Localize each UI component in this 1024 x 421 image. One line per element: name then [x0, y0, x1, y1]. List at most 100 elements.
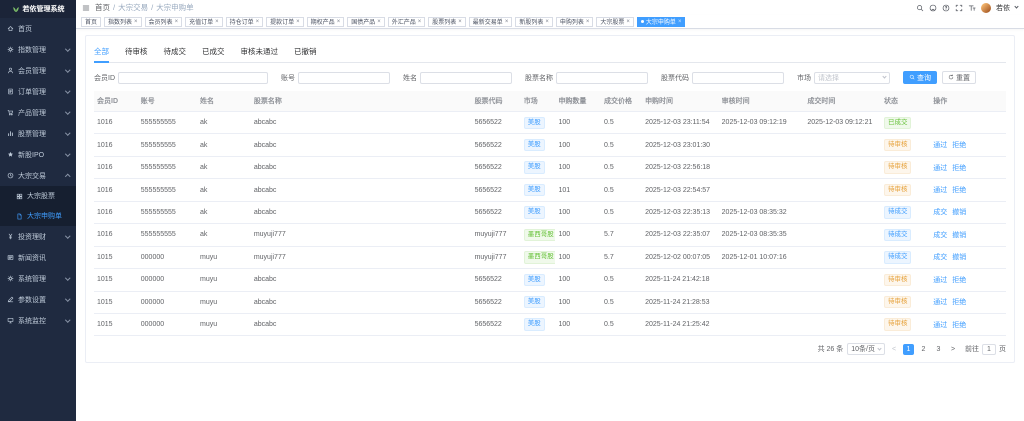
- tag-14[interactable]: 大宗申购单×: [637, 17, 686, 27]
- sidebar-item-member-mgmt[interactable]: 会员管理: [0, 60, 76, 81]
- close-icon[interactable]: ×: [418, 19, 422, 25]
- reset-button[interactable]: 重置: [942, 71, 976, 84]
- tag-12[interactable]: 申购列表×: [556, 17, 594, 27]
- sidebar-item-system-mgmt[interactable]: 系统管理: [0, 268, 76, 289]
- stock-code-input[interactable]: [692, 72, 784, 84]
- tag-7[interactable]: 国债产品×: [347, 17, 385, 27]
- tag-1[interactable]: 指数列表×: [104, 17, 142, 27]
- fullscreen-icon[interactable]: [955, 4, 963, 12]
- stock-name-input[interactable]: [556, 72, 648, 84]
- sidebar-item-param-settings[interactable]: 参数设置: [0, 289, 76, 310]
- tag-0[interactable]: 首页: [81, 17, 101, 27]
- sidebar-item-product-mgmt[interactable]: 产品管理: [0, 102, 76, 123]
- tag-9[interactable]: 股票列表×: [428, 17, 466, 27]
- action-link[interactable]: 撤销: [952, 209, 966, 216]
- search-icon[interactable]: [916, 4, 924, 12]
- close-icon[interactable]: ×: [377, 19, 381, 25]
- sidebar-item-invest[interactable]: 投资理财: [0, 226, 76, 247]
- hamburger-icon[interactable]: [82, 4, 90, 12]
- close-icon[interactable]: ×: [626, 19, 630, 25]
- status-tab-5[interactable]: 已撤销: [294, 44, 317, 62]
- close-icon[interactable]: ×: [296, 19, 300, 25]
- column-header: 审核时间: [719, 91, 805, 112]
- close-icon[interactable]: ×: [678, 19, 682, 25]
- action-link[interactable]: 拒绝: [952, 322, 966, 329]
- action-link[interactable]: 通过: [933, 299, 947, 306]
- tag-4[interactable]: 持仓订单×: [226, 17, 264, 27]
- account-input[interactable]: [298, 72, 390, 84]
- breadcrumb-item[interactable]: 大宗交易: [118, 2, 148, 13]
- close-icon[interactable]: ×: [256, 19, 260, 25]
- market-select[interactable]: 请选择: [814, 72, 890, 84]
- action-link[interactable]: 通过: [933, 142, 947, 149]
- next-page-button[interactable]: >: [948, 344, 958, 355]
- tag-8[interactable]: 外汇产品×: [388, 17, 426, 27]
- close-icon[interactable]: ×: [505, 19, 509, 25]
- action-link[interactable]: 成交: [933, 232, 947, 239]
- tag-6[interactable]: 期权产品×: [307, 17, 345, 27]
- username[interactable]: 若依: [996, 3, 1010, 13]
- close-icon[interactable]: ×: [134, 19, 138, 25]
- close-icon[interactable]: ×: [458, 19, 462, 25]
- action-link[interactable]: 成交: [933, 209, 947, 216]
- status-tab-3[interactable]: 已成交: [202, 44, 225, 62]
- prev-page-button[interactable]: <: [889, 344, 899, 355]
- sidebar-item-index-mgmt[interactable]: 指数管理: [0, 39, 76, 60]
- table-row: 1016555555555akmuyuji777muyuji777墨西哥股100…: [94, 224, 1006, 246]
- tag-10[interactable]: 最新交易单×: [469, 17, 513, 27]
- status-tab-2[interactable]: 待成交: [164, 44, 187, 62]
- action-link[interactable]: 通过: [933, 277, 947, 284]
- action-link[interactable]: 通过: [933, 187, 947, 194]
- sidebar-item-news[interactable]: 新闻资讯: [0, 247, 76, 268]
- close-icon[interactable]: ×: [175, 19, 179, 25]
- page-1-button[interactable]: 1: [903, 344, 914, 355]
- close-icon[interactable]: ×: [586, 19, 590, 25]
- order-icon: [7, 88, 14, 95]
- grid-icon: [16, 193, 23, 200]
- font-size-icon[interactable]: [968, 4, 976, 12]
- column-header: 申购时间: [642, 91, 719, 112]
- sidebar-item-block-stock[interactable]: 大宗股票: [0, 186, 76, 206]
- goto-page-input[interactable]: [982, 344, 996, 355]
- github-icon[interactable]: [929, 4, 937, 12]
- action-link[interactable]: 撤销: [952, 232, 966, 239]
- search-button[interactable]: 查询: [903, 71, 937, 84]
- tag-13[interactable]: 大宗股票×: [596, 17, 634, 27]
- close-icon[interactable]: ×: [337, 19, 341, 25]
- action-link[interactable]: 拒绝: [952, 299, 966, 306]
- column-header: 姓名: [197, 91, 251, 112]
- status-tab-4[interactable]: 审核未通过: [241, 44, 279, 62]
- action-link[interactable]: 撤销: [952, 254, 966, 261]
- page-2-button[interactable]: 2: [918, 344, 929, 355]
- sidebar-item-system-monitor[interactable]: 系统监控: [0, 310, 76, 331]
- action-link[interactable]: 拒绝: [952, 165, 966, 172]
- sidebar-item-home[interactable]: 首页: [0, 18, 76, 39]
- sidebar-item-block-purchase[interactable]: 大宗申购单: [0, 206, 76, 226]
- sidebar-item-block-trade[interactable]: 大宗交易: [0, 165, 76, 186]
- question-icon[interactable]: [942, 4, 950, 12]
- status-tab-1[interactable]: 待审核: [125, 44, 148, 62]
- action-link[interactable]: 拒绝: [952, 187, 966, 194]
- tag-11[interactable]: 新股列表×: [515, 17, 553, 27]
- tag-5[interactable]: 提款订单×: [266, 17, 304, 27]
- tag-3[interactable]: 充值订单×: [185, 17, 223, 27]
- avatar[interactable]: [981, 3, 991, 13]
- status-tab-0[interactable]: 全部: [94, 44, 109, 63]
- action-link[interactable]: 通过: [933, 322, 947, 329]
- name-input[interactable]: [420, 72, 512, 84]
- member-id-input[interactable]: [118, 72, 268, 84]
- breadcrumb-item[interactable]: 首页: [95, 2, 110, 13]
- sidebar-item-ipo[interactable]: 新股IPO: [0, 144, 76, 165]
- close-icon[interactable]: ×: [215, 19, 219, 25]
- page-size-select[interactable]: 10条/页: [847, 343, 885, 355]
- page-3-button[interactable]: 3: [933, 344, 944, 355]
- close-icon[interactable]: ×: [545, 19, 549, 25]
- action-link[interactable]: 拒绝: [952, 277, 966, 284]
- action-link[interactable]: 通过: [933, 165, 947, 172]
- action-link[interactable]: 拒绝: [952, 142, 966, 149]
- sidebar-item-order-mgmt[interactable]: 订单管理: [0, 81, 76, 102]
- action-link[interactable]: 成交: [933, 254, 947, 261]
- sidebar-item-stock-mgmt[interactable]: 股票管理: [0, 123, 76, 144]
- tag-2[interactable]: 会员列表×: [145, 17, 183, 27]
- table-row: 1016555555555akabcabc5656522美股1000.52025…: [94, 134, 1006, 156]
